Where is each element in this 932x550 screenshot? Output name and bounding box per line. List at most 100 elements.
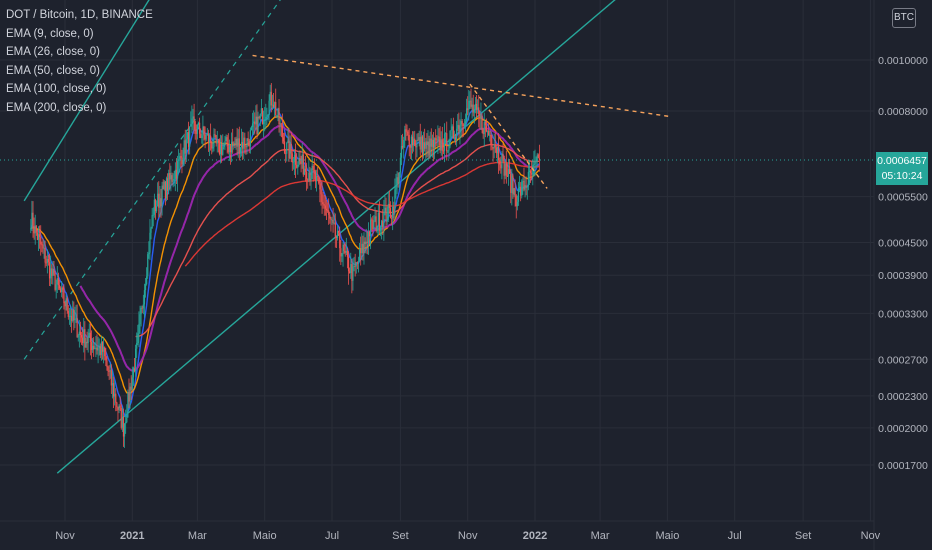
candle-body [128, 392, 130, 402]
candle-body [173, 179, 175, 181]
candle-body [111, 383, 114, 386]
candle-body [310, 178, 312, 181]
candle-body [54, 273, 56, 290]
candle-body [237, 138, 239, 147]
candle-body [292, 161, 294, 163]
ema-26-label[interactable]: EMA (26, close, 0) [6, 43, 153, 62]
candle-body [79, 331, 82, 335]
candle-body [436, 139, 438, 141]
candle-body [88, 332, 90, 338]
candle-body [531, 173, 533, 175]
candle-body [131, 377, 133, 391]
candle-body [384, 207, 386, 213]
candle-body [107, 366, 109, 372]
candle-body [69, 315, 72, 317]
candle-body [495, 147, 497, 154]
candle-body [213, 134, 215, 148]
candle-body [517, 188, 520, 202]
candle-body [234, 143, 236, 145]
candle-body [313, 169, 315, 172]
candle-body [510, 173, 512, 193]
candle-body [398, 172, 400, 184]
candle-body [315, 175, 318, 182]
candle-body [98, 346, 100, 348]
candle-body [296, 164, 298, 168]
candle-body [126, 417, 128, 423]
candle-body [463, 124, 465, 126]
candle-body [453, 138, 456, 140]
candle-body [505, 163, 507, 176]
candle-body [351, 264, 353, 281]
candle-body [171, 175, 173, 182]
candle-body [185, 139, 187, 154]
candle-body [141, 307, 143, 309]
candle-body [222, 147, 224, 155]
candle-body [115, 393, 117, 403]
candle-body [439, 137, 441, 151]
currency-badge[interactable]: BTC [892, 8, 916, 28]
candle-body [78, 331, 80, 336]
candle-body [522, 181, 524, 182]
candle-body [347, 256, 350, 272]
candle-body [340, 248, 342, 257]
candle-body [206, 133, 208, 135]
candle-body [312, 165, 314, 170]
candle-body [331, 219, 333, 221]
candle-body [215, 135, 217, 144]
candle-body [493, 144, 495, 149]
candle-body [283, 141, 286, 153]
candle-body [457, 125, 459, 129]
candle-body [486, 130, 489, 132]
candle-body [465, 108, 468, 122]
candle-body [219, 144, 222, 155]
candle-body [506, 175, 509, 177]
candle-body [288, 140, 290, 159]
candle-body [469, 100, 471, 102]
ema-9-label[interactable]: EMA (9, close, 0) [6, 25, 153, 44]
candle-body [482, 130, 484, 135]
candle-body [452, 126, 454, 139]
candle-body [65, 298, 67, 307]
candle-body [358, 249, 361, 262]
candle-body [496, 146, 499, 154]
candle-body [324, 205, 326, 209]
candle-body [71, 315, 73, 321]
symbol-title[interactable]: DOT / Bitcoin, 1D, BINANCE [6, 6, 153, 25]
candle-body [259, 113, 261, 119]
candle-body [265, 116, 267, 120]
candle-body [250, 127, 253, 131]
candle-body [62, 287, 64, 290]
candle-body [154, 199, 157, 212]
ema-200-label[interactable]: EMA (200, close, 0) [6, 99, 153, 118]
candle-body [460, 120, 462, 127]
candle-body [270, 91, 272, 106]
candle-body [454, 138, 457, 140]
candle-body [290, 143, 292, 154]
candle-body [94, 348, 96, 350]
candle-body [137, 333, 139, 344]
candle-body [291, 153, 293, 163]
candle-body [390, 217, 393, 219]
candle-body [75, 318, 77, 319]
ema-100-label[interactable]: EMA (100, close, 0) [6, 80, 153, 99]
candle-body [249, 130, 251, 147]
candle-body [387, 203, 389, 220]
candle-body [32, 212, 34, 229]
candle-body [233, 143, 235, 145]
candle-body [247, 138, 249, 142]
ema-50-label[interactable]: EMA (50, close, 0) [6, 62, 153, 81]
candle-body [63, 289, 65, 304]
candle-body [90, 341, 93, 350]
candle-body [41, 244, 43, 246]
candle-body [114, 393, 116, 397]
candle-body [512, 175, 514, 195]
candle-body [202, 126, 204, 136]
candle-body [72, 310, 74, 321]
candle-body [218, 139, 221, 155]
candle-body [246, 138, 248, 148]
candle-body [449, 130, 451, 147]
candle-body [180, 156, 182, 158]
candle-body [378, 212, 381, 231]
candle-body [37, 234, 40, 240]
x-tick-label: 2021 [120, 530, 144, 542]
